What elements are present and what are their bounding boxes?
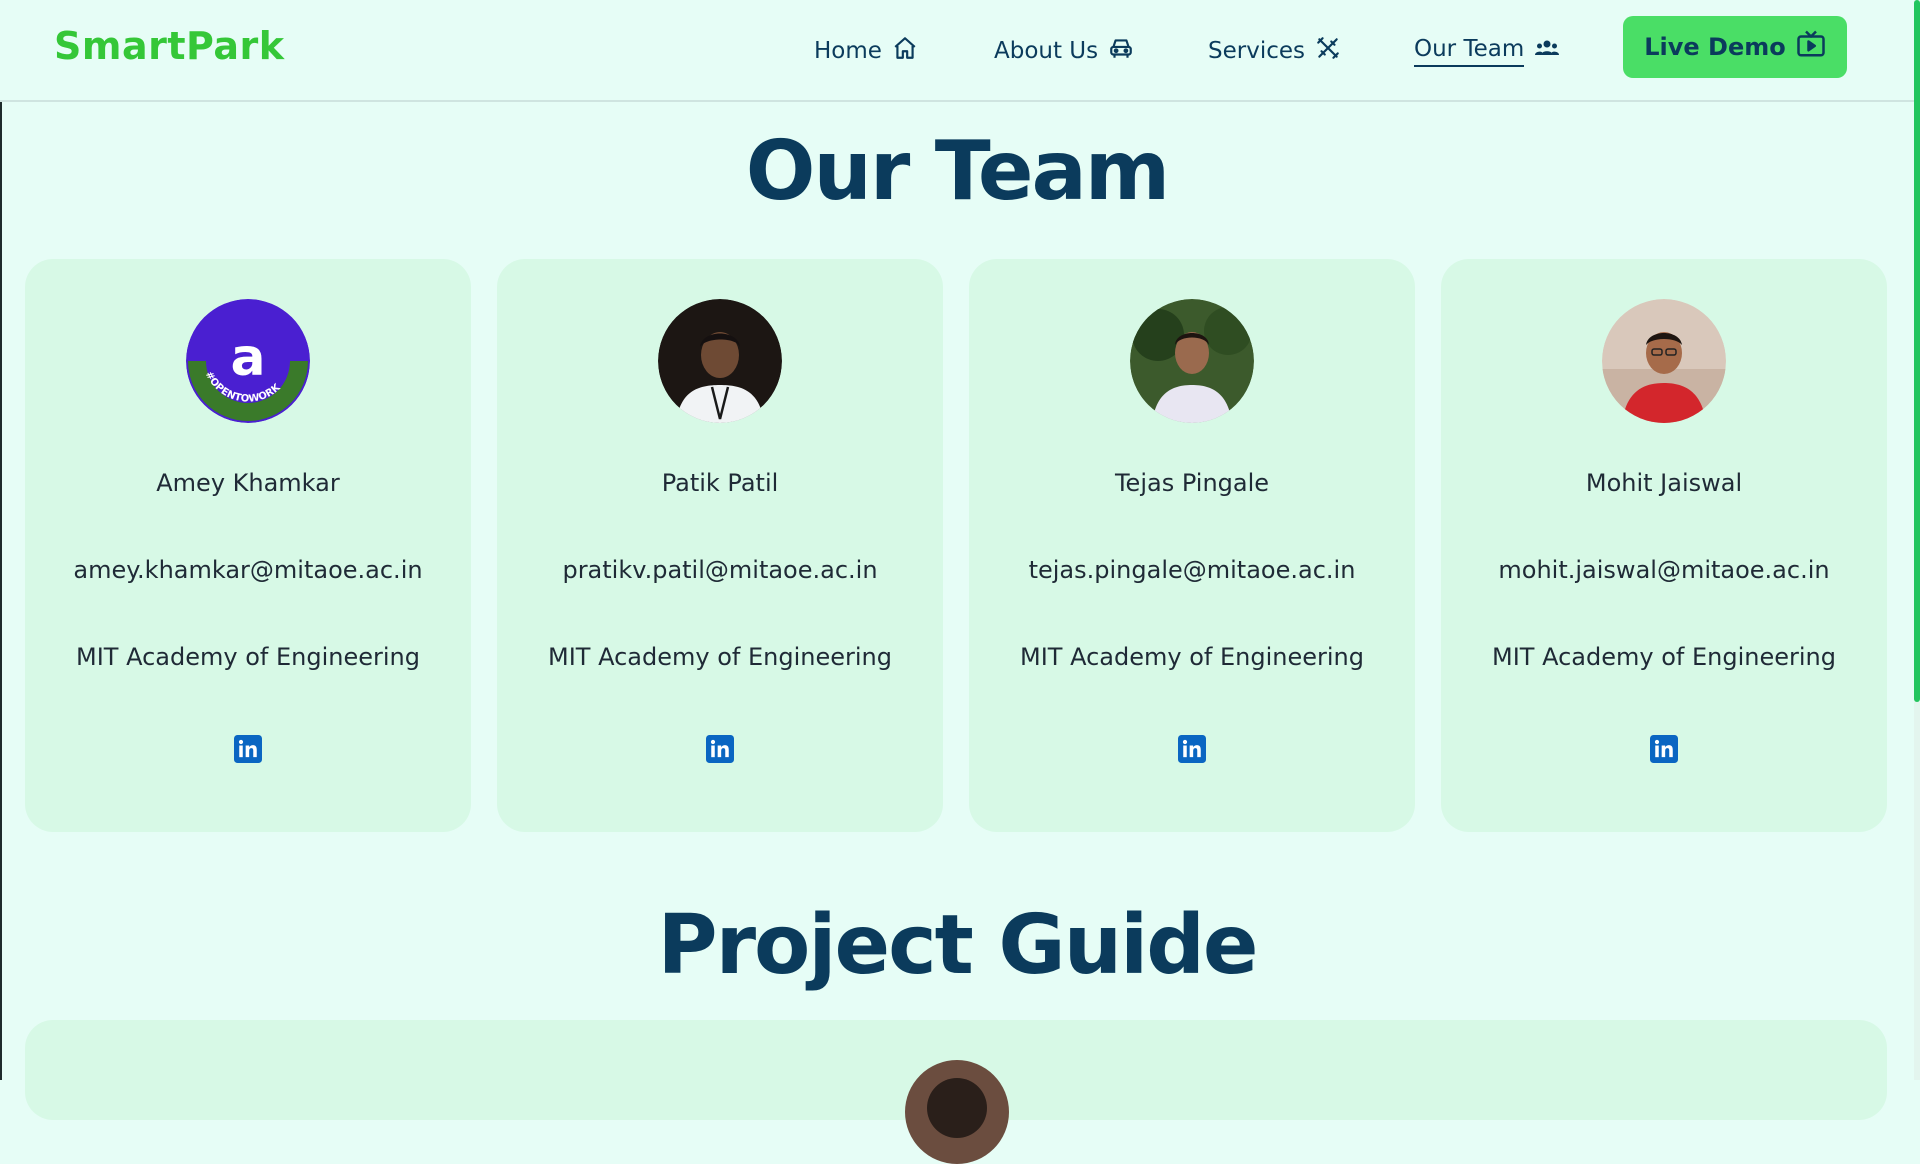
nav-home[interactable]: Home bbox=[814, 34, 918, 68]
member-name: Patik Patil bbox=[661, 469, 779, 497]
team-card: Mohit Jaiswal mohit.jaiswal@mitaoe.ac.in… bbox=[1441, 259, 1887, 832]
nav-services[interactable]: Services bbox=[1208, 34, 1341, 68]
nav-our-team[interactable]: Our Team bbox=[1414, 34, 1560, 68]
avatar bbox=[905, 1060, 1009, 1164]
member-college: MIT Academy of Engineering bbox=[76, 643, 420, 671]
avatar: a #OPENTOWORK bbox=[186, 299, 310, 423]
member-email[interactable]: amey.khamkar@mitaoe.ac.in bbox=[25, 556, 471, 584]
team-card: Tejas Pingale tejas.pingale@mitaoe.ac.in… bbox=[969, 259, 1415, 832]
project-guide-heading: Project Guide bbox=[657, 898, 1258, 993]
member-college: MIT Academy of Engineering bbox=[548, 643, 892, 671]
our-team-heading: Our Team bbox=[745, 124, 1171, 219]
nav-about-label: About Us bbox=[994, 38, 1099, 64]
guide-card bbox=[25, 1020, 1887, 1164]
nav-home-label: Home bbox=[814, 38, 882, 64]
linkedin-icon[interactable] bbox=[234, 735, 262, 763]
member-email[interactable]: tejas.pingale@mitaoe.ac.in bbox=[969, 556, 1415, 584]
home-icon bbox=[892, 35, 918, 67]
member-email[interactable]: mohit.jaiswal@mitaoe.ac.in bbox=[1441, 556, 1887, 584]
team-card: Patik Patil pratikv.patil@mitaoe.ac.in M… bbox=[497, 259, 943, 832]
tv-play-icon bbox=[1796, 29, 1826, 65]
member-name: Mohit Jaiswal bbox=[1585, 469, 1743, 497]
member-name: Amey Khamkar bbox=[156, 469, 340, 497]
member-email[interactable]: pratikv.patil@mitaoe.ac.in bbox=[497, 556, 943, 584]
avatar bbox=[1130, 299, 1254, 423]
nav-services-label: Services bbox=[1208, 38, 1305, 64]
avatar bbox=[1602, 299, 1726, 423]
team-card: a #OPENTOWORK Amey Khamkar amey.khamkar@… bbox=[25, 259, 471, 832]
navbar: SmartPark Home About Us Services Our Tea… bbox=[0, 0, 1914, 102]
tools-icon bbox=[1315, 35, 1341, 67]
car-icon bbox=[1108, 35, 1134, 67]
nav-about-us[interactable]: About Us bbox=[994, 34, 1134, 68]
linkedin-icon[interactable] bbox=[1178, 735, 1206, 763]
scrollbar-thumb[interactable] bbox=[1914, 0, 1920, 702]
member-college: MIT Academy of Engineering bbox=[1492, 643, 1836, 671]
nav-team-label: Our Team bbox=[1414, 36, 1525, 67]
linkedin-icon[interactable] bbox=[1650, 735, 1678, 763]
member-college: MIT Academy of Engineering bbox=[1020, 643, 1364, 671]
users-icon bbox=[1534, 35, 1560, 67]
brand-logo[interactable]: SmartPark bbox=[54, 24, 285, 68]
avatar bbox=[658, 299, 782, 423]
linkedin-icon[interactable] bbox=[706, 735, 734, 763]
member-name: Tejas Pingale bbox=[1114, 469, 1270, 497]
avatar-letter: a bbox=[230, 328, 265, 388]
live-demo-label: Live Demo bbox=[1644, 33, 1786, 61]
live-demo-button[interactable]: Live Demo bbox=[1623, 16, 1847, 78]
